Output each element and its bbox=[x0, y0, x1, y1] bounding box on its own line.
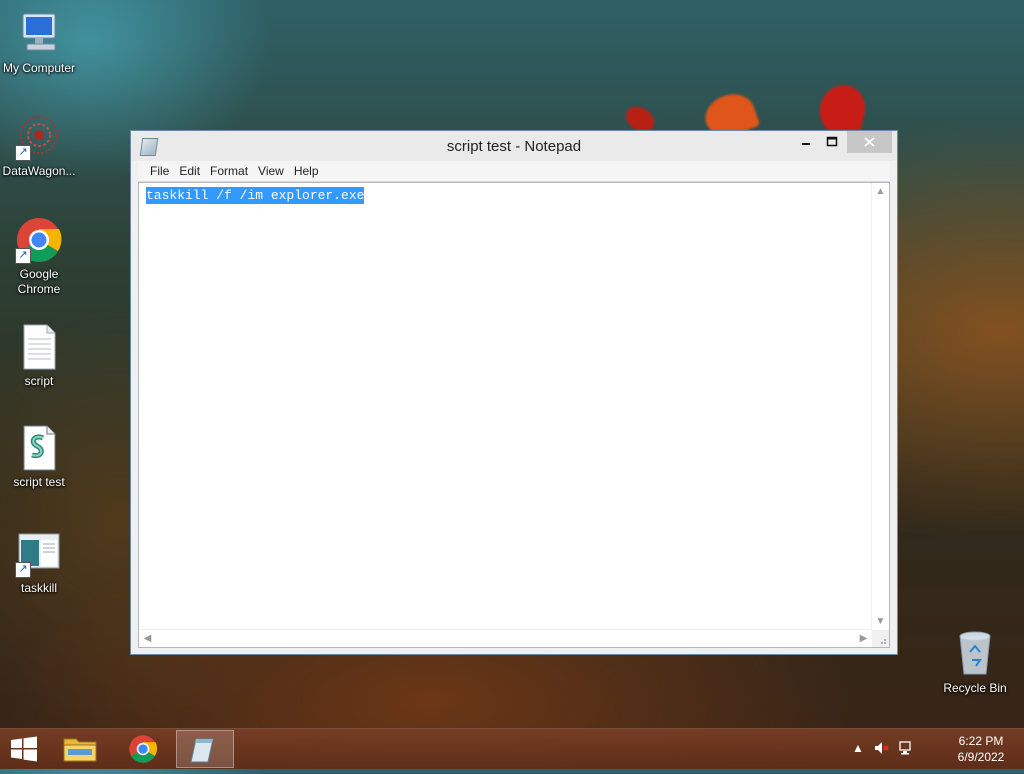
computer-icon bbox=[15, 10, 63, 58]
vertical-scrollbar[interactable]: ▲ ▼ bbox=[871, 183, 889, 630]
chrome-icon bbox=[129, 735, 158, 763]
taskbar-notepad[interactable] bbox=[176, 730, 234, 768]
close-button[interactable] bbox=[847, 131, 892, 153]
datawagon-icon: ↗ bbox=[15, 113, 63, 161]
network-button[interactable] bbox=[898, 740, 914, 759]
maximize-button[interactable] bbox=[821, 131, 843, 153]
text-editor[interactable]: taskkill /f /im explorer.exe ▲ ▼ ◀ ▶ bbox=[138, 182, 890, 648]
desktop-icon-taskkill[interactable]: ↗ taskkill bbox=[0, 530, 81, 596]
clock-time: 6:22 PM bbox=[958, 734, 1004, 748]
desktop-icon-label: taskkill bbox=[20, 581, 57, 595]
menu-bar: File Edit Format View Help bbox=[138, 161, 890, 182]
desktop-icon-datawagon[interactable]: ↗ DataWagon... bbox=[0, 113, 81, 179]
resize-grip-icon bbox=[881, 639, 886, 644]
taskbar: ▲ 6:22 PM 6/9/2022 bbox=[0, 728, 1024, 769]
desktop-icon-label: My Computer bbox=[2, 61, 76, 75]
desktop-icon-label: Google Chrome bbox=[17, 267, 61, 296]
selected-text[interactable]: taskkill /f /im explorer.exe bbox=[146, 187, 365, 204]
menu-view[interactable]: View bbox=[253, 161, 289, 181]
notepad-window[interactable]: script test - Notepad File Edit Format View… bbox=[130, 130, 898, 655]
taskbar-file-explorer[interactable] bbox=[52, 730, 108, 768]
desktop-icon-label: DataWagon... bbox=[2, 164, 76, 178]
window-title: script test - Notepad bbox=[446, 138, 582, 155]
menu-format[interactable]: Format bbox=[205, 161, 253, 181]
desktop-icon-label: script bbox=[24, 374, 54, 388]
desktop-icon-script-test[interactable]: script test bbox=[0, 424, 81, 490]
shortcut-arrow-icon: ↗ bbox=[15, 145, 31, 161]
show-hidden-icons-button[interactable]: ▲ bbox=[852, 741, 864, 755]
text-file-icon bbox=[15, 323, 63, 371]
editor-content[interactable]: taskkill /f /im explorer.exe bbox=[146, 187, 365, 204]
menu-help[interactable]: Help bbox=[289, 161, 324, 181]
menu-edit[interactable]: Edit bbox=[174, 161, 205, 181]
shortcut-arrow-icon: ↗ bbox=[15, 562, 31, 578]
taskbar-google-chrome[interactable] bbox=[115, 730, 171, 768]
chevron-up-icon: ▲ bbox=[852, 741, 864, 755]
title-bar[interactable]: script test - Notepad bbox=[131, 131, 897, 161]
desktop-icon-google-chrome[interactable]: ↗ Google Chrome bbox=[0, 216, 81, 297]
desktop-icon-script[interactable]: script bbox=[0, 323, 81, 389]
scroll-left-icon[interactable]: ◀ bbox=[139, 630, 156, 647]
script-file-icon bbox=[15, 424, 63, 472]
clock[interactable]: 6:22 PM 6/9/2022 bbox=[950, 733, 1012, 765]
scroll-right-icon[interactable]: ▶ bbox=[855, 630, 872, 647]
windows-logo-icon bbox=[11, 736, 37, 762]
size-grip[interactable] bbox=[872, 630, 889, 647]
folder-icon bbox=[63, 738, 97, 762]
horizontal-scrollbar[interactable]: ◀ ▶ bbox=[139, 629, 872, 647]
desktop-icon-label: Recycle Bin bbox=[943, 681, 1007, 695]
notepad-icon bbox=[190, 738, 214, 763]
desktop-icon-my-computer[interactable]: My Computer bbox=[0, 10, 81, 76]
desktop-icon-recycle-bin[interactable]: Recycle Bin bbox=[933, 630, 1017, 696]
volume-muted-button[interactable] bbox=[873, 740, 889, 759]
desktop-icon-label: script test bbox=[13, 475, 65, 489]
clock-date: 6/9/2022 bbox=[957, 750, 1005, 764]
minimize-button[interactable] bbox=[795, 131, 817, 153]
scroll-down-icon[interactable]: ▼ bbox=[872, 613, 889, 630]
taskkill-shortcut-icon: ↗ bbox=[15, 530, 63, 578]
chrome-icon: ↗ bbox=[15, 216, 63, 264]
maximize-icon bbox=[826, 136, 838, 147]
close-icon bbox=[864, 137, 875, 147]
scroll-up-icon[interactable]: ▲ bbox=[872, 183, 889, 200]
network-icon bbox=[899, 741, 911, 755]
menu-file[interactable]: File bbox=[145, 161, 174, 181]
minimize-icon bbox=[802, 143, 810, 145]
start-button[interactable] bbox=[0, 730, 48, 768]
recycle-bin-icon bbox=[951, 630, 999, 678]
shortcut-arrow-icon: ↗ bbox=[15, 248, 31, 264]
speaker-muted-icon bbox=[875, 742, 889, 754]
